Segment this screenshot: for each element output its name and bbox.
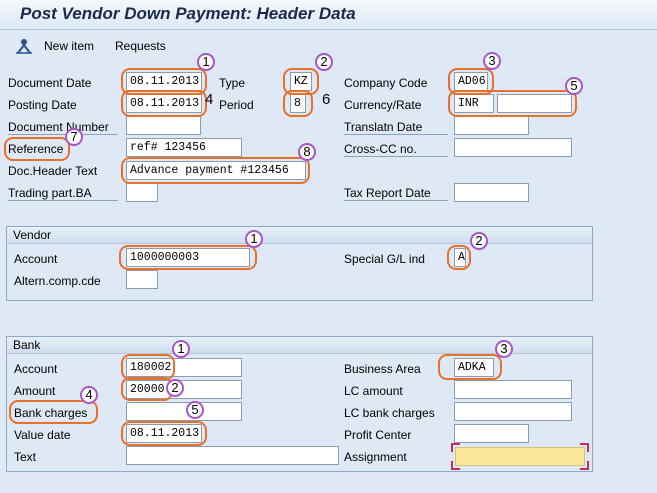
currency-rate-label: Currency/Rate bbox=[344, 98, 422, 112]
highlight-ring bbox=[121, 421, 207, 446]
annotation-badge: 2 bbox=[470, 232, 488, 250]
altern-comp-label: Altern.comp.cde bbox=[14, 274, 101, 288]
annotation-badge: 2 bbox=[166, 379, 184, 397]
highlight-ring bbox=[9, 400, 98, 424]
altern-comp-field[interactable] bbox=[126, 270, 158, 289]
annotation-badge: 8 bbox=[298, 143, 316, 161]
vendor-panel-title: Vendor bbox=[7, 227, 592, 244]
posting-date-label: Posting Date bbox=[8, 98, 77, 112]
profit-center-field[interactable] bbox=[454, 424, 529, 443]
annotation-number: 4 bbox=[205, 91, 214, 108]
document-number-field[interactable] bbox=[126, 116, 201, 135]
tax-report-date-label: Tax Report Date bbox=[344, 186, 448, 201]
highlight-ring bbox=[438, 354, 502, 380]
annotation-badge: 5 bbox=[565, 77, 583, 95]
lc-bank-charges-label: LC bank charges bbox=[344, 406, 435, 420]
assignment-field[interactable] bbox=[455, 447, 585, 466]
tax-report-date-field[interactable] bbox=[454, 183, 529, 202]
highlight-ring bbox=[119, 245, 257, 270]
cross-cc-label: Cross-CC no. bbox=[344, 142, 448, 157]
annotation-badge: 5 bbox=[186, 401, 204, 419]
focus-bracket bbox=[451, 443, 460, 452]
annotation-badge: 2 bbox=[315, 53, 333, 71]
annotation-badge: 3 bbox=[483, 52, 501, 70]
highlight-ring bbox=[447, 245, 471, 270]
trading-part-label: Trading part.BA bbox=[8, 186, 118, 201]
lc-bank-charges-field[interactable] bbox=[454, 402, 572, 421]
company-code-label: Company Code bbox=[344, 76, 428, 90]
business-area-label: Business Area bbox=[344, 362, 421, 376]
annotation-badge: 7 bbox=[65, 128, 83, 146]
window-title: Post Vendor Down Payment: Header Data bbox=[20, 4, 356, 23]
focus-bracket bbox=[451, 461, 460, 470]
text-field[interactable] bbox=[126, 446, 339, 465]
assignment-label: Assignment bbox=[344, 450, 407, 464]
vendor-account-label: Account bbox=[14, 252, 58, 266]
annotation-badge: 1 bbox=[197, 53, 215, 71]
doc-header-text-label: Doc.Header Text bbox=[8, 164, 98, 178]
annotation-badge: 3 bbox=[495, 340, 513, 358]
annotation-badge: 4 bbox=[80, 386, 98, 404]
lc-amount-label: LC amount bbox=[344, 384, 403, 398]
highlight-ring bbox=[448, 90, 577, 117]
special-gl-label: Special G/L ind bbox=[344, 252, 425, 266]
new-item-icon[interactable] bbox=[15, 38, 33, 54]
focus-bracket bbox=[580, 443, 589, 452]
highlight-ring bbox=[121, 90, 207, 117]
value-date-label: Value date bbox=[14, 428, 71, 442]
bank-account-label: Account bbox=[14, 362, 58, 376]
focus-bracket bbox=[580, 461, 589, 470]
requests-button[interactable]: Requests bbox=[115, 39, 166, 53]
profit-center-label: Profit Center bbox=[344, 428, 412, 442]
lc-amount-field[interactable] bbox=[454, 380, 572, 399]
annotation-number: 6 bbox=[322, 91, 331, 108]
text-label: Text bbox=[14, 450, 37, 464]
highlight-ring bbox=[283, 90, 313, 117]
highlight-ring bbox=[121, 157, 310, 184]
reference-field[interactable]: ref# 123456 bbox=[126, 138, 242, 157]
annotation-badge: 1 bbox=[172, 340, 190, 358]
new-item-button[interactable]: New item bbox=[44, 39, 94, 53]
highlight-ring bbox=[4, 137, 70, 161]
amount-label: Amount bbox=[14, 384, 56, 398]
translatn-date-field[interactable] bbox=[454, 116, 529, 135]
trading-part-field[interactable] bbox=[126, 183, 158, 202]
type-label: Type bbox=[219, 76, 246, 90]
bank-charges-field[interactable] bbox=[126, 402, 242, 421]
cross-cc-field[interactable] bbox=[454, 138, 572, 157]
document-number-label: Document Number bbox=[8, 120, 118, 135]
document-date-label: Document Date bbox=[8, 76, 92, 90]
translatn-date-label: Translatn Date bbox=[344, 120, 448, 135]
period-label: Period bbox=[219, 98, 254, 112]
annotation-badge: 1 bbox=[245, 230, 263, 248]
